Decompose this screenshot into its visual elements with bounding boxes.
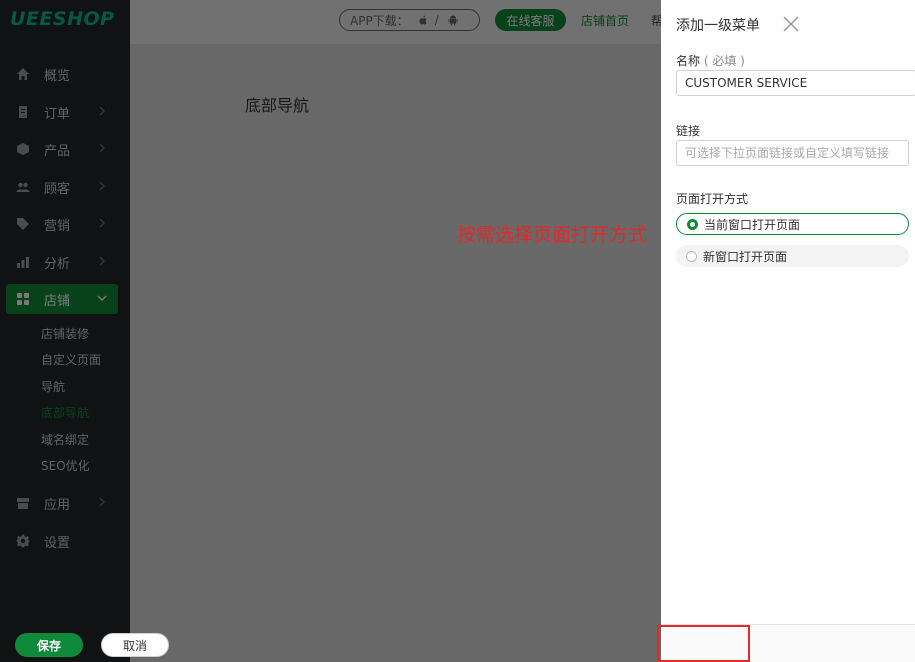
sidebar-subitem-domain-binding[interactable]: 域名绑定: [41, 431, 89, 449]
cancel-button[interactable]: 取消: [101, 633, 169, 657]
required-hint: ( 必填 ): [703, 54, 745, 68]
store-home-link[interactable]: 店铺首页: [581, 12, 629, 29]
sidebar-item-store[interactable]: 店铺: [6, 284, 118, 314]
open-mode-label: 页面打开方式: [676, 192, 749, 206]
save-button[interactable]: 保存: [15, 633, 83, 657]
chevron-right-icon: [96, 217, 108, 229]
gear-icon: [16, 534, 30, 548]
app-download-pill[interactable]: APP下载： /: [339, 9, 480, 31]
tag-icon: [16, 217, 30, 231]
android-icon[interactable]: [447, 14, 459, 26]
chevron-down-icon: [96, 292, 108, 304]
close-icon[interactable]: [781, 14, 801, 34]
chevron-right-icon: [96, 142, 108, 154]
sidebar-item-apps[interactable]: 应用: [6, 488, 118, 518]
link-label: 链接: [676, 124, 701, 138]
radio-label: 当前窗口打开页面: [704, 217, 801, 232]
top-bar: APP下载： / 在线客服 店铺首页 帮: [130, 0, 663, 44]
sidebar-item-label: 设置: [44, 535, 71, 551]
sidebar-item-products[interactable]: 产品: [6, 134, 118, 164]
box-icon: [16, 142, 30, 156]
annotation-text: 按需选择页面打开方式: [457, 224, 648, 246]
chevron-right-icon: [96, 255, 108, 267]
panel-footer: [661, 624, 915, 662]
sidebar-item-label: 店铺: [44, 293, 71, 309]
radio-unchecked-icon: [686, 250, 697, 262]
sidebar-item-settings[interactable]: 设置: [6, 526, 118, 556]
sidebar-item-label: 营销: [44, 218, 71, 234]
sidebar-item-label: 分析: [44, 256, 71, 272]
link-input[interactable]: [676, 140, 909, 166]
sidebar-subitem-footer-nav[interactable]: 底部导航: [41, 404, 89, 422]
brand-logo[interactable]: UEESHOP: [10, 8, 115, 30]
online-service-button[interactable]: 在线客服: [495, 9, 566, 31]
sidebar-item-label: 产品: [44, 143, 71, 159]
sidebar-subitem-seo[interactable]: SEO优化: [41, 457, 90, 475]
sidebar-subitem-custom-page[interactable]: 自定义页面: [41, 351, 101, 369]
radio-current-window[interactable]: 当前窗口打开页面: [676, 213, 909, 235]
radio-checked-icon: [687, 218, 698, 230]
chevron-right-icon: [96, 180, 108, 192]
page-title: 底部导航: [245, 96, 310, 115]
order-icon: [16, 105, 30, 119]
sidebar-item-orders[interactable]: 订单: [6, 97, 118, 127]
sidebar-item-overview[interactable]: 概览: [6, 59, 118, 89]
sidebar-item-label: 顾客: [44, 181, 71, 197]
separator: /: [434, 13, 439, 27]
name-label-text: 名称: [676, 54, 701, 68]
radio-label: 新窗口打开页面: [703, 249, 788, 264]
main-content: 底部导航: [130, 44, 661, 662]
add-menu-panel: 添加一级菜单 名称 ( 必填 ) 链接 页面打开方式 当前窗口打开页面 新窗口打…: [661, 0, 915, 662]
chevron-right-icon: [96, 105, 108, 117]
sidebar-item-label: 应用: [44, 497, 71, 513]
home-icon: [16, 67, 30, 81]
app-icon: [16, 496, 30, 510]
bar-chart-icon: [16, 255, 30, 269]
sidebar-item-marketing[interactable]: 营销: [6, 209, 118, 239]
grid-icon: [16, 292, 30, 306]
users-icon: [16, 180, 30, 194]
apple-icon[interactable]: [417, 14, 429, 26]
sidebar-item-customers[interactable]: 顾客: [6, 172, 118, 202]
sidebar-subitem-store-decor[interactable]: 店铺装修: [41, 325, 89, 343]
sidebar-item-label: 订单: [44, 106, 71, 122]
panel-title: 添加一级菜单: [676, 18, 760, 34]
name-label: 名称 ( 必填 ): [676, 52, 745, 69]
sidebar-item-analytics[interactable]: 分析: [6, 247, 118, 277]
radio-new-window[interactable]: 新窗口打开页面: [676, 245, 909, 267]
sidebar-subitem-navigation[interactable]: 导航: [41, 378, 65, 396]
name-input[interactable]: [676, 70, 915, 96]
app-download-label: APP下载：: [350, 13, 409, 28]
sidebar-item-label: 概览: [44, 68, 71, 84]
chevron-right-icon: [96, 496, 108, 508]
sidebar: UEESHOP 概览 订单 产品 顾客 营销 分析 店铺 店铺装修 自定义页面 …: [0, 0, 130, 662]
